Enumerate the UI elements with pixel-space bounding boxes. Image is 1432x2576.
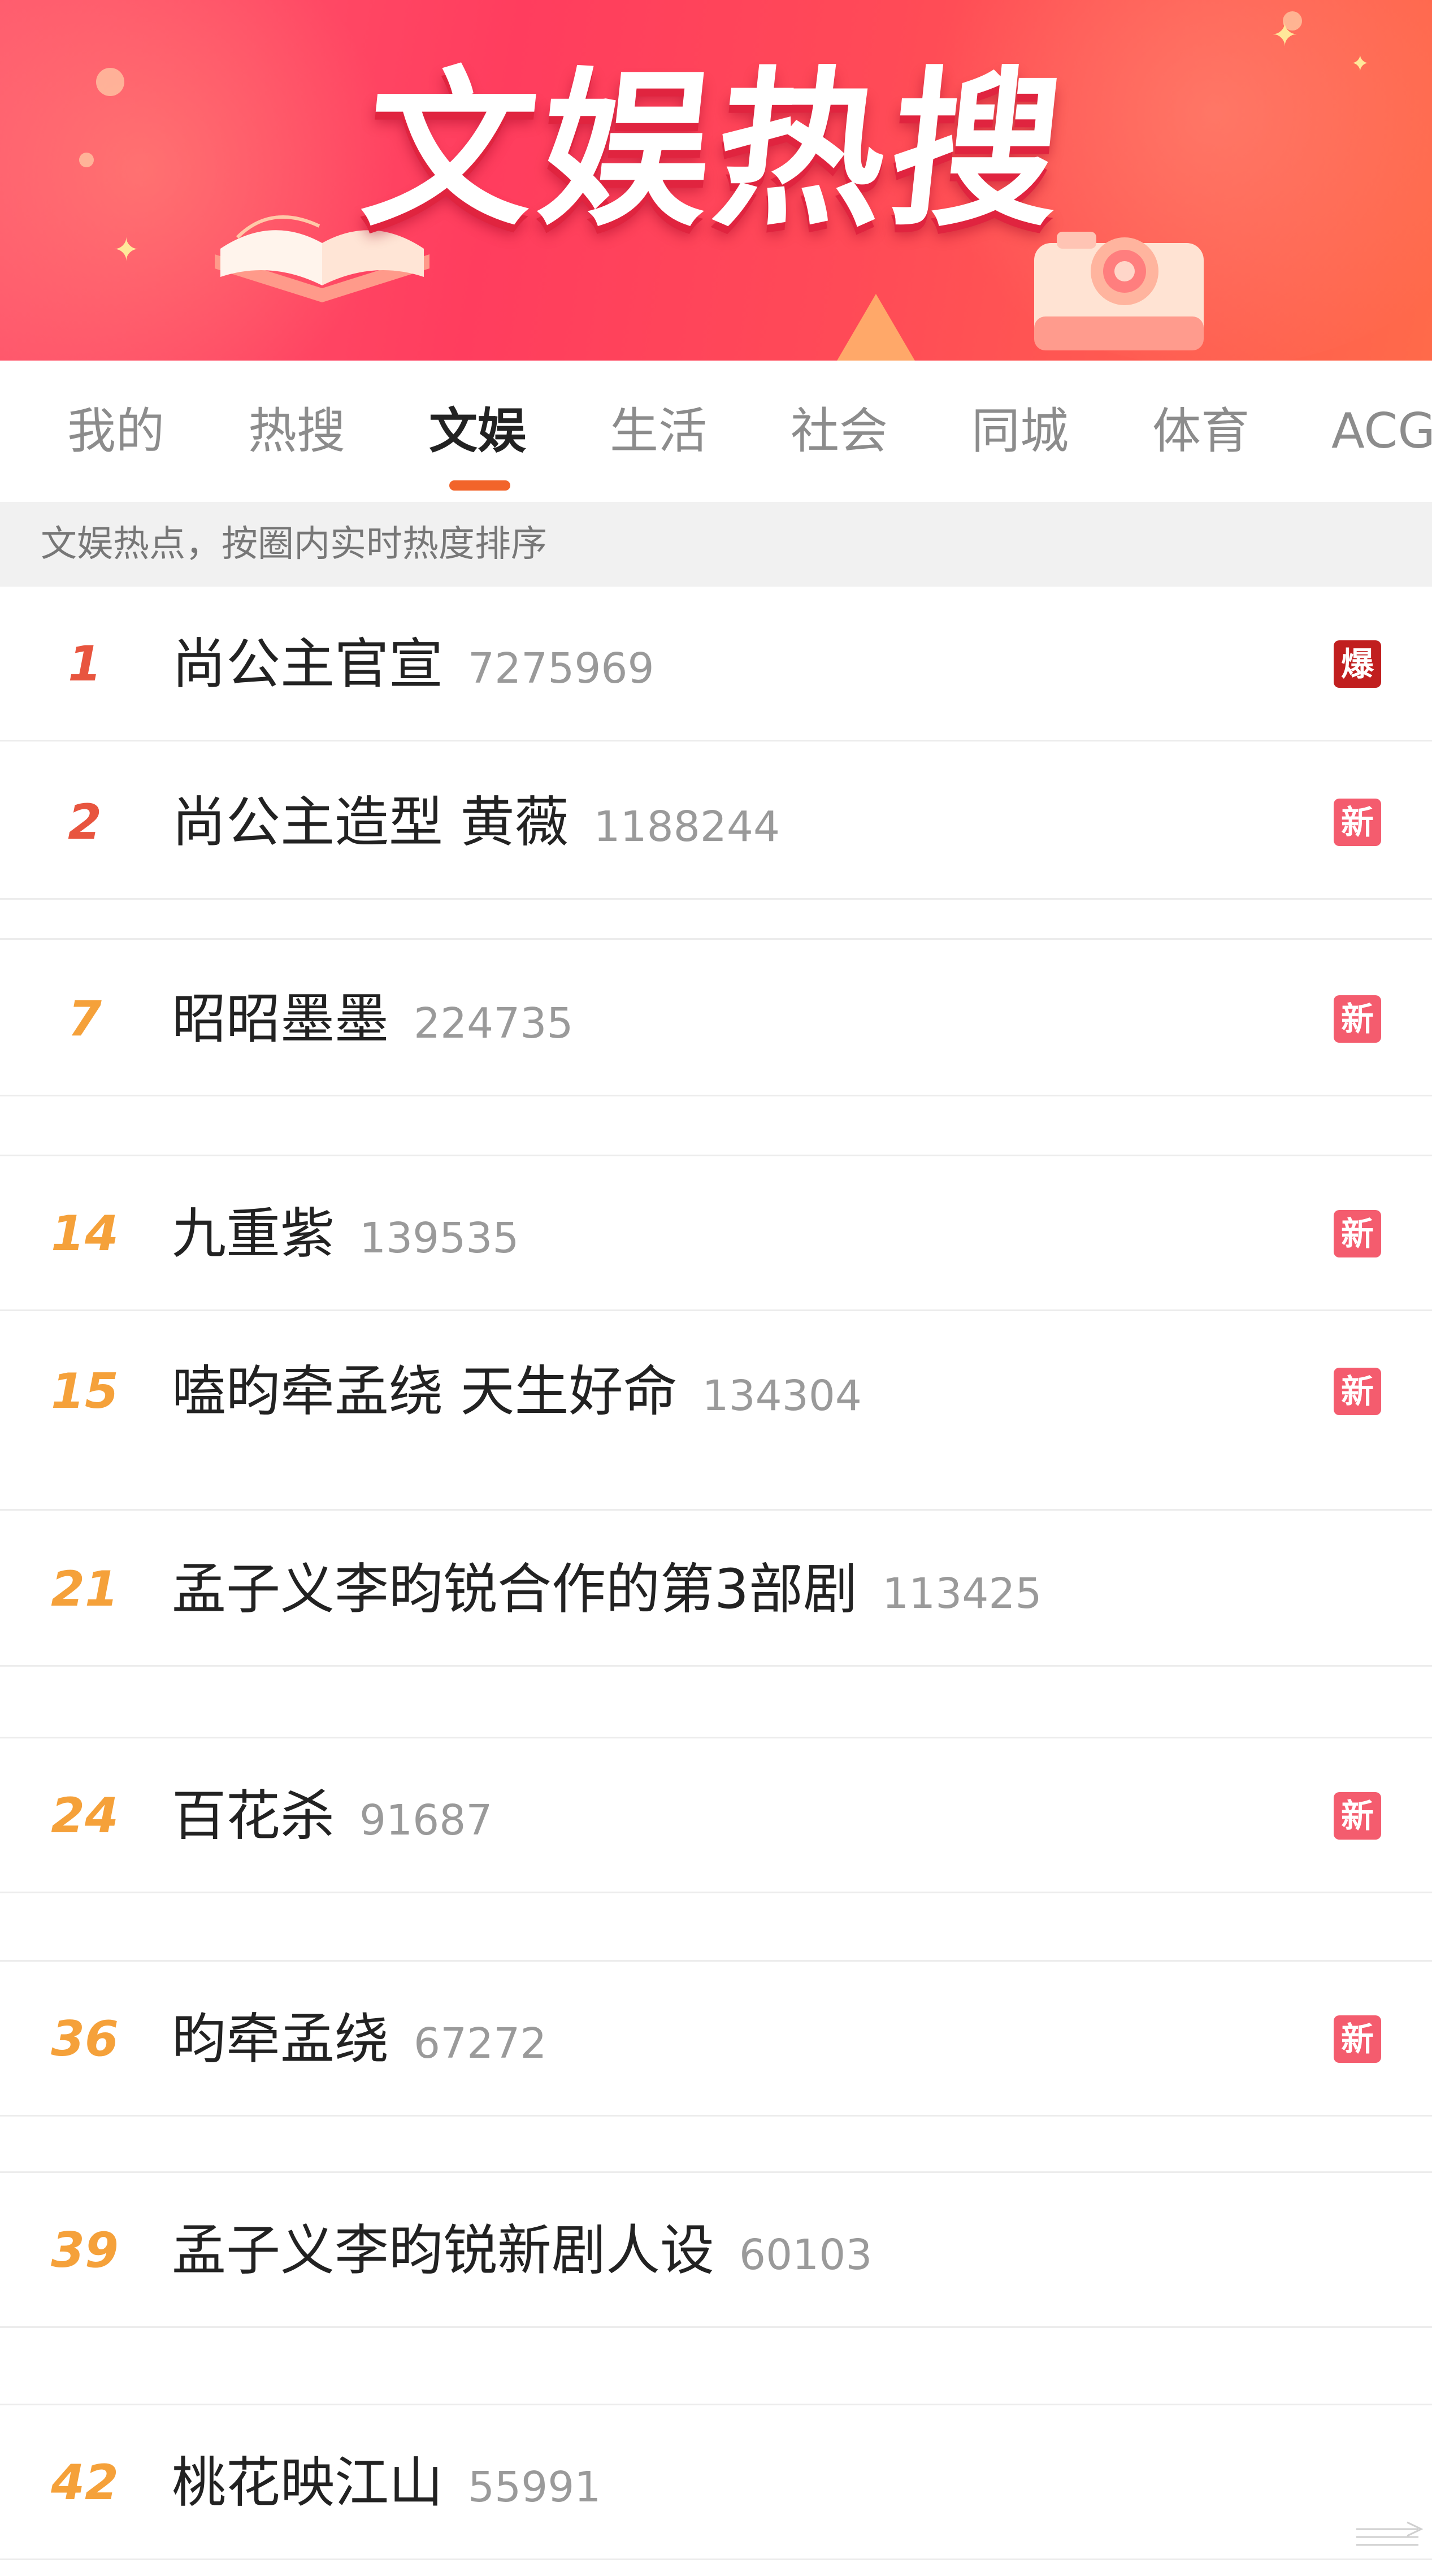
list-item[interactable]: 2 尚公主造型 黄薇 1188244 新 [0,745,1432,900]
heat-count: 1188244 [593,803,780,851]
tab-society[interactable]: 社会 [757,361,921,502]
rank-number: 36 [51,2011,119,2067]
new-badge: 新 [1334,1792,1381,1840]
list-item[interactable]: 36 昀牵孟绕 67272 新 [0,1962,1432,2117]
list-item[interactable]: 42 桃花映江山 55991 [0,2405,1432,2560]
camera-illustration [1034,232,1204,350]
list-item[interactable]: 14 九重紫 139535 新 [0,1156,1432,1311]
divider [0,938,1432,940]
active-tab-indicator [449,480,510,491]
item-title: 嗑昀牵孟绕 天生好命 [172,1360,678,1423]
list-item[interactable]: 21 孟子义李昀锐合作的第3部剧 113425 [0,1512,1432,1667]
item-title: 昀牵孟绕 [172,2007,389,2071]
item-title: 孟子义李昀锐合作的第3部剧 [172,1558,858,1621]
sparkle-icon: ✦ [113,232,140,268]
heat-count: 224735 [414,999,574,1048]
banner-title: 文娱热搜 [355,52,1077,249]
tab-acg[interactable]: ACG [1300,361,1432,502]
heat-count: 7275969 [468,644,654,693]
tab-hot-search[interactable]: 热搜 [215,361,379,502]
tab-life[interactable]: 生活 [576,361,740,502]
tab-mine[interactable]: 我的 [34,361,198,502]
new-badge: 新 [1334,1368,1381,1415]
banner-dot [96,68,124,96]
item-title: 昭昭墨墨 [172,987,389,1051]
new-badge: 新 [1334,799,1381,846]
list-item[interactable]: 1 尚公主官宣 7275969 爆 [0,587,1432,741]
watermark-icon [1356,2521,1424,2546]
list-item[interactable]: 7 昭昭墨墨 224735 新 [0,942,1432,1096]
list-item[interactable]: 39 孟子义李昀锐新剧人设 60103 [0,2173,1432,2328]
tab-sports[interactable]: 体育 [1119,361,1283,502]
list-item[interactable]: 15 嗑昀牵孟绕 天生好命 134304 新 [0,1314,1432,1511]
item-title: 九重紫 [172,1202,335,1265]
item-title: 尚公主造型 黄薇 [172,791,569,854]
rank-number: 21 [51,1561,119,1617]
new-badge: 新 [1334,1210,1381,1257]
heat-count: 60103 [739,2231,873,2279]
banner-decoration [836,294,915,361]
new-badge: 新 [1334,2015,1381,2063]
tab-local[interactable]: 同城 [938,361,1102,502]
banner-dot [79,153,94,167]
item-title: 百花杀 [172,1784,335,1848]
heat-count: 67272 [414,2019,547,2068]
rank-number: 7 [68,991,102,1047]
heat-count: 113425 [882,1569,1042,1618]
rank-number: 24 [51,1788,119,1844]
heat-count: 139535 [359,1214,519,1263]
sparkle-icon: ✦ [1351,51,1370,77]
rank-number: 15 [51,1363,119,1420]
heat-count: 55991 [468,2463,601,2512]
item-title: 尚公主官宣 [172,632,443,696]
list-item[interactable]: 24 百花杀 91687 新 [0,1738,1432,1893]
banner: ✦ ✦ ✦ 文娱热搜 [0,0,1432,361]
rank-number: 14 [51,1205,119,1262]
rank-number: 39 [51,2222,119,2279]
rank-number: 1 [68,636,102,692]
hot-badge: 爆 [1334,640,1381,688]
sparkle-icon: ✦ [1272,17,1298,54]
section-subtitle: 文娱热点，按圈内实时热度排序 [0,502,1432,587]
item-title: 孟子义李昀锐新剧人设 [172,2219,714,2282]
category-tabs: 我的 热搜 文娱 生活 社会 同城 体育 ACG [0,361,1432,502]
heat-count: 91687 [359,1796,493,1845]
rank-number: 2 [68,794,102,851]
heat-count: 134304 [702,1372,862,1420]
rank-number: 42 [51,2454,119,2511]
item-title: 桃花映江山 [172,2451,443,2514]
new-badge: 新 [1334,995,1381,1043]
